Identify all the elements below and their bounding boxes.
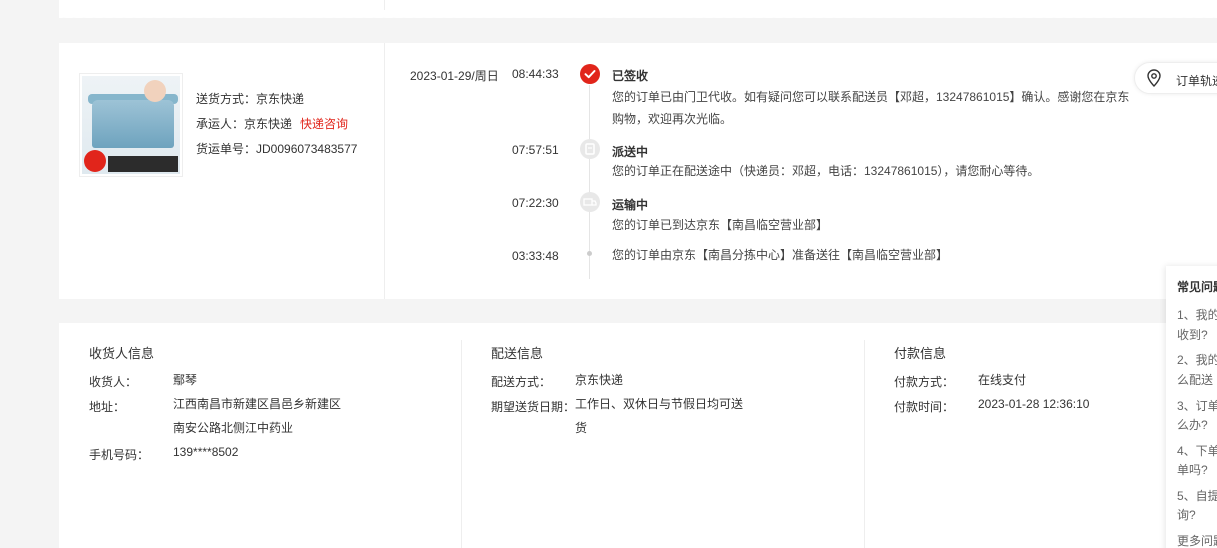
shipment-method-value: 京东快递 — [256, 92, 305, 106]
faq-item[interactable]: 询? — [1177, 504, 1196, 526]
phone-label: 手机号码： — [89, 448, 150, 462]
faq-more-link[interactable]: 更多问题 — [1177, 530, 1217, 548]
delivery-title: 配送信息 — [491, 346, 544, 361]
courier-inquiry-link[interactable]: 快递咨询 — [300, 117, 348, 131]
shipment-method-label: 送货方式： — [196, 92, 257, 106]
truck-icon — [580, 192, 600, 212]
divider — [864, 340, 865, 548]
tracking-row: 货运单号：JD0096073483577 — [196, 137, 357, 162]
card-serrated-edge — [59, 14, 1217, 22]
shipment-method-row: 送货方式：京东快递 — [196, 87, 357, 112]
receiver-name-label: 收货人： — [89, 375, 138, 389]
shipment-card: 送货方式：京东快递 承运人：京东快递 快递咨询 货运单号：JD0096073483… — [59, 43, 1217, 299]
payment-method-value: 在线支付 — [978, 373, 1027, 387]
faq-panel: 常见问题 1、我的 收到? 2、我的 么配送 3、订单 么办? 4、下单 单吗?… — [1166, 266, 1217, 548]
timeline-desc: 您的订单已由门卫代收。如有疑问您可以联系配送员【邓超，13247861015】确… — [612, 90, 1130, 126]
faq-item[interactable]: 1、我的 — [1177, 304, 1217, 326]
product-image-bar — [108, 156, 178, 172]
delivery-date-line2: 货 — [575, 421, 588, 435]
carrier-row: 承运人：京东快递 快递咨询 — [196, 112, 357, 137]
shipment-info: 送货方式：京东快递 承运人：京东快递 快递咨询 货运单号：JD0096073483… — [196, 87, 357, 162]
receiver-name: 鄢琴 — [173, 373, 198, 387]
product-image-badge — [84, 150, 106, 172]
divider — [384, 0, 385, 10]
delivery-method-label: 配送方式： — [491, 375, 552, 389]
product-image-box — [92, 100, 174, 148]
delivery-info: 配送信息 配送方式： 京东快递 期望送货日期： 工作日、双休日与节假日均可送 货 — [461, 323, 864, 548]
check-icon — [580, 64, 600, 84]
faq-item[interactable]: 收到? — [1177, 324, 1208, 346]
faq-item[interactable]: 么办? — [1177, 414, 1208, 436]
payment-title: 付款信息 — [894, 346, 947, 361]
order-info-card: 收货人信息 收货人： 鄢琴 地址： 江西南昌市新建区昌邑乡新建区 南安公路北侧江… — [59, 323, 1217, 548]
product-image-person — [144, 80, 166, 102]
carrier-value: 京东快递 — [244, 117, 293, 131]
faq-item[interactable]: 么配送 — [1177, 369, 1213, 391]
timeline-status: 运输中 — [612, 198, 649, 212]
payment-time-value: 2023-01-28 12:36:10 — [978, 397, 1090, 411]
delivery-icon — [580, 139, 600, 159]
faq-item[interactable]: 单吗? — [1177, 459, 1208, 481]
carrier-label: 承运人： — [196, 117, 245, 131]
address-line1: 江西南昌市新建区昌邑乡新建区 — [173, 397, 342, 411]
payment-info: 付款信息 付款方式： 在线支付 付款时间： 2023-01-28 12:36:1… — [864, 323, 1217, 548]
tracking-number: JD0096073483577 — [256, 142, 358, 156]
order-track-label: 订单轨迹 — [1176, 74, 1217, 88]
phone-value: 139****8502 — [173, 445, 239, 459]
faq-title: 常见问题 — [1177, 280, 1217, 294]
payment-time-label: 付款时间： — [894, 400, 955, 414]
timeline-date: 2023-01-29/周日 — [410, 69, 499, 83]
dot-icon — [587, 251, 592, 256]
divider — [384, 43, 385, 299]
payment-method-label: 付款方式： — [894, 375, 955, 389]
address-line2: 南安公路北侧江中药业 — [173, 421, 294, 435]
location-pin-icon — [1146, 69, 1162, 87]
timeline-status: 已签收 — [612, 69, 649, 83]
product-thumbnail[interactable] — [79, 73, 183, 177]
timeline-time: 07:57:51 — [512, 143, 559, 157]
timeline-desc: 您的订单由京东【南昌分拣中心】准备送往【南昌临空营业部】 — [612, 248, 949, 262]
product-image — [82, 76, 180, 174]
timeline-line — [589, 85, 590, 279]
faq-item[interactable]: 2、我的 — [1177, 349, 1217, 371]
timeline-time: 08:44:33 — [512, 67, 559, 81]
receiver-info: 收货人信息 收货人： 鄢琴 地址： 江西南昌市新建区昌邑乡新建区 南安公路北侧江… — [59, 323, 461, 548]
timeline-status: 派送中 — [612, 145, 649, 159]
receiver-title: 收货人信息 — [89, 346, 155, 361]
timeline-desc: 您的订单正在配送途中（快递员：邓超，电话：13247861015），请您耐心等待… — [612, 164, 1040, 178]
delivery-date-line1: 工作日、双休日与节假日均可送 — [575, 397, 744, 411]
tracking-label: 货运单号： — [196, 142, 257, 156]
delivery-date-label: 期望送货日期： — [491, 400, 576, 414]
timeline-time: 07:22:30 — [512, 196, 559, 210]
order-track-tab[interactable]: 订单轨迹 — [1134, 62, 1217, 94]
divider — [461, 340, 462, 548]
address-label: 地址： — [89, 400, 126, 414]
delivery-method-value: 京东快递 — [575, 373, 624, 387]
timeline-desc: 您的订单已到达京东【南昌临空营业部】 — [612, 218, 829, 232]
timeline-time: 03:33:48 — [512, 249, 559, 263]
